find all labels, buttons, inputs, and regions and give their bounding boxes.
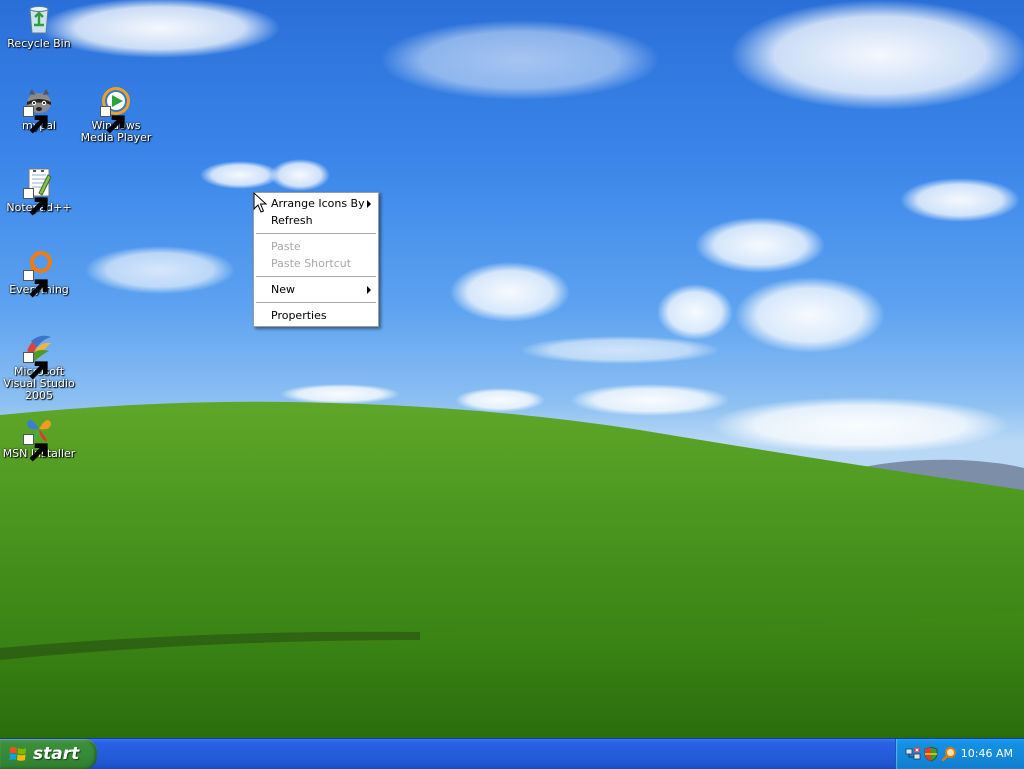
mouse-pointer-icon bbox=[253, 192, 267, 213]
windows-flag-icon bbox=[9, 747, 26, 761]
menu-item-refresh[interactable]: Refresh bbox=[254, 212, 378, 229]
msn-butterfly-icon bbox=[23, 413, 55, 462]
menu-separator bbox=[256, 233, 376, 234]
shortcut-arrow-icon bbox=[23, 352, 48, 380]
search-magnifier-icon[interactable] bbox=[941, 746, 957, 762]
menu-separator bbox=[256, 276, 376, 277]
notepadplusplus-icon bbox=[23, 167, 55, 216]
network-icon[interactable] bbox=[905, 746, 921, 762]
menu-item-new[interactable]: New bbox=[254, 281, 378, 298]
menu-item-label: New bbox=[271, 283, 295, 296]
recycle-bin-icon bbox=[23, 3, 55, 35]
desktop[interactable]: Recycle Bin mypal Windows Media Player N… bbox=[0, 0, 1024, 738]
desktop-icon-notepadplusplus[interactable]: Notepad++ bbox=[0, 167, 78, 216]
menu-item-label: Paste Shortcut bbox=[271, 257, 352, 270]
system-tray: 10:46 AM bbox=[895, 739, 1024, 769]
menu-item-properties[interactable]: Properties bbox=[254, 307, 378, 324]
menu-item-label: Arrange Icons By bbox=[271, 197, 365, 210]
menu-separator bbox=[256, 302, 376, 303]
security-shield-icon[interactable] bbox=[923, 746, 939, 762]
visual-studio-icon bbox=[23, 331, 55, 380]
shortcut-arrow-icon bbox=[23, 106, 48, 134]
menu-item-label: Paste bbox=[271, 240, 301, 253]
desktop-icon-mypal[interactable]: mypal bbox=[0, 85, 78, 134]
mypal-icon bbox=[23, 85, 55, 134]
shortcut-arrow-icon bbox=[23, 188, 48, 216]
menu-item-paste-shortcut: Paste Shortcut bbox=[254, 255, 378, 272]
menu-item-label: Refresh bbox=[271, 214, 313, 227]
submenu-arrow-icon bbox=[367, 286, 371, 294]
menu-item-paste: Paste bbox=[254, 238, 378, 255]
clock[interactable]: 10:46 AM bbox=[961, 739, 1013, 769]
desktop-icon-msn-installer[interactable]: MSN Installer bbox=[0, 413, 78, 462]
desktop-icon-windows-media-player[interactable]: Windows Media Player bbox=[77, 85, 155, 144]
desktop-icon-everything[interactable]: Everything bbox=[0, 249, 78, 298]
start-button-label: start bbox=[33, 744, 80, 764]
desktop-icon-recycle-bin[interactable]: Recycle Bin bbox=[0, 3, 78, 50]
shortcut-arrow-icon bbox=[23, 270, 48, 298]
desktop-icon-visual-studio-2005[interactable]: Microsoft Visual Studio 2005 bbox=[0, 331, 78, 402]
menu-item-label: Properties bbox=[271, 309, 327, 322]
start-button[interactable]: start bbox=[0, 739, 97, 769]
submenu-arrow-icon bbox=[367, 200, 371, 208]
shortcut-arrow-icon bbox=[100, 106, 125, 134]
taskbar: start 10:46 AM bbox=[0, 738, 1024, 769]
desktop-icon-label: Recycle Bin bbox=[7, 37, 71, 50]
desktop-context-menu: Arrange Icons By Refresh Paste Paste Sho… bbox=[253, 192, 379, 327]
everything-search-icon bbox=[23, 249, 55, 298]
shortcut-arrow-icon bbox=[23, 434, 48, 462]
menu-item-arrange-icons-by[interactable]: Arrange Icons By bbox=[254, 195, 378, 212]
windows-media-player-icon bbox=[100, 85, 132, 134]
